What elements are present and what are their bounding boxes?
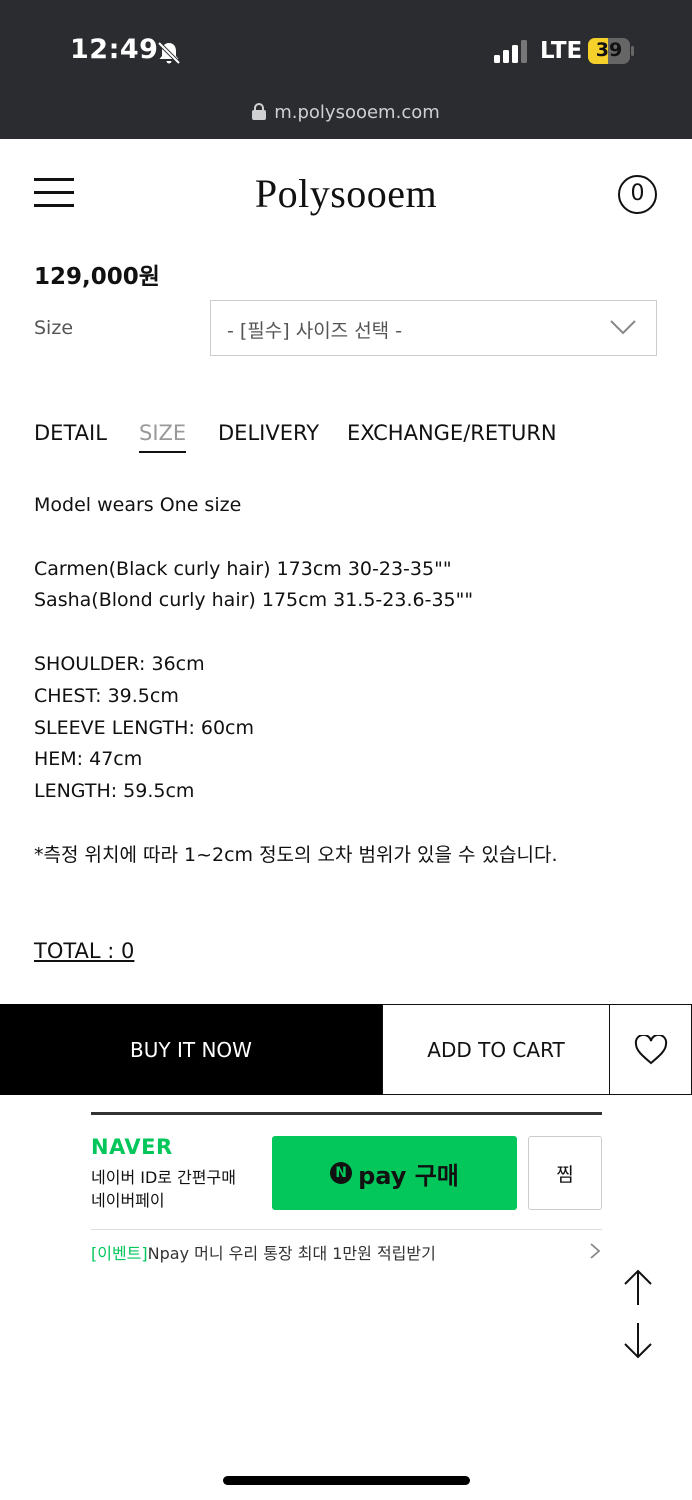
npay-event-link[interactable]: [이벤트]Npay 머니 우리 통장 최대 1만원 적립받기	[91, 1240, 436, 1264]
size-info-text: Model wears One size Carmen(Black curly …	[34, 490, 558, 872]
tab-detail[interactable]: DETAIL	[34, 421, 107, 445]
measurement-disclaimer: *측정 위치에 따라 1~2cm 정도의 오차 범위가 있을 수 있습니다.	[34, 843, 558, 866]
measurement-line: LENGTH: 59.5cm	[34, 780, 195, 803]
wishlist-button[interactable]	[609, 1004, 692, 1095]
total-amount: TOTAL : 0	[34, 939, 135, 963]
product-price: 129,000원	[34, 264, 160, 290]
naver-logo: NAVER	[91, 1135, 173, 1159]
heart-icon	[634, 1034, 667, 1064]
bell-muted-icon	[157, 41, 181, 65]
chevron-right-icon[interactable]	[588, 1240, 602, 1262]
npay-buy-button[interactable]: Npay 구매	[272, 1136, 517, 1210]
url-text: m.polysooem.com	[274, 102, 440, 123]
size-label: Size	[34, 317, 74, 339]
signal-icon	[494, 40, 527, 63]
model-info-line: Sasha(Blond curly hair) 175cm 31.5-23.6-…	[34, 589, 474, 612]
zzim-button[interactable]: 찜	[528, 1136, 602, 1210]
cart-count-button[interactable]: 0	[618, 175, 657, 214]
size-select-value: - [필수] 사이즈 선택 -	[227, 320, 403, 342]
measurement-line: SHOULDER: 36cm	[34, 652, 205, 675]
measurement-line: CHEST: 39.5cm	[34, 684, 179, 707]
naver-pay-caption: 네이버 ID로 간편구매	[91, 1168, 236, 1187]
event-text: Npay 머니 우리 통장 최대 1만원 적립받기	[147, 1244, 436, 1263]
tab-size[interactable]: SIZE	[139, 421, 187, 453]
battery-level: 39	[595, 39, 623, 61]
npay-buy-label: pay 구매	[358, 1161, 459, 1190]
size-select[interactable]: - [필수] 사이즈 선택 -	[210, 300, 657, 356]
scroll-to-top-icon[interactable]	[623, 1268, 653, 1308]
status-time: 12:49	[70, 34, 159, 65]
address-bar[interactable]: m.polysooem.com	[0, 102, 692, 123]
measurement-line: HEM: 47cm	[34, 748, 143, 771]
measurement-line: SLEEVE LENGTH: 60cm	[34, 716, 255, 739]
scroll-to-bottom-icon[interactable]	[623, 1320, 653, 1360]
status-bar: 12:49 LTE 39 m.polysooem.com	[0, 0, 692, 139]
naver-pay-divider	[91, 1112, 602, 1115]
buy-now-button[interactable]: BUY IT NOW	[0, 1004, 382, 1095]
chevron-down-icon	[610, 320, 636, 335]
model-info-line: Carmen(Black curly hair) 173cm 30-23-35"…	[34, 557, 452, 580]
event-tag: [이벤트]	[91, 1244, 148, 1263]
npay-divider	[91, 1229, 602, 1230]
home-indicator[interactable]	[223, 1476, 470, 1485]
tab-exchange-return[interactable]: EXCHANGE/RETURN	[347, 421, 557, 445]
site-logo[interactable]: Polysooem	[0, 170, 692, 217]
tab-delivery[interactable]: DELIVERY	[218, 421, 319, 445]
lock-icon	[252, 103, 267, 120]
model-note: Model wears One size	[34, 494, 242, 516]
npay-n-icon: N	[330, 1162, 353, 1184]
add-to-cart-button[interactable]: ADD TO CART	[382, 1004, 610, 1095]
network-type: LTE	[540, 38, 583, 64]
naver-pay-caption: 네이버페이	[91, 1191, 165, 1210]
